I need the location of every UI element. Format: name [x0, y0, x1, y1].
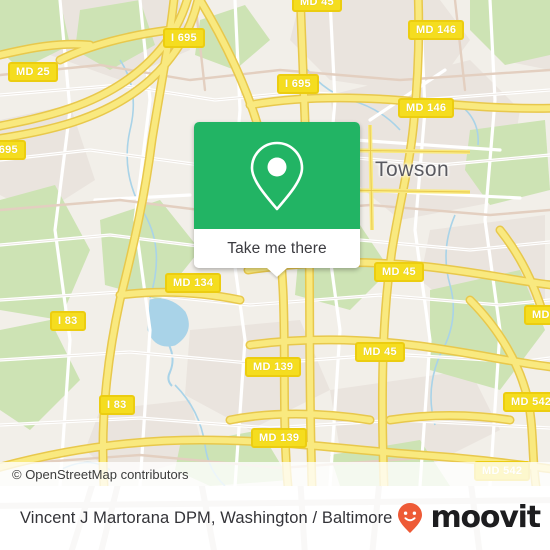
- road-shield[interactable]: MD 146: [408, 20, 465, 40]
- take-me-there-label: Take me there: [227, 239, 327, 257]
- road-shield[interactable]: MD 139: [245, 357, 302, 377]
- road-shield[interactable]: I 83: [99, 395, 135, 415]
- footer-content: Vincent J Martorana DPM, Washington / Ba…: [0, 486, 550, 550]
- road-shield[interactable]: MD 45: [355, 342, 405, 362]
- footer-bar: Vincent J Martorana DPM, Washington / Ba…: [0, 486, 550, 550]
- screenshot-root: Towson MD 45 I 695 MD 146 MD 25 I 695 MD…: [0, 0, 550, 550]
- road-shield[interactable]: I 695: [277, 74, 319, 94]
- road-shield[interactable]: MD: [524, 305, 550, 325]
- road-shield[interactable]: I 695: [163, 28, 205, 48]
- road-shield[interactable]: MD 45: [374, 262, 424, 282]
- road-shield[interactable]: MD 134: [165, 273, 222, 293]
- road-shield[interactable]: I 83: [50, 311, 86, 331]
- road-shield[interactable]: MD 45: [292, 0, 342, 12]
- road-shield[interactable]: MD 25: [8, 62, 58, 82]
- moovit-wordmark: moovit: [430, 500, 541, 535]
- road-shield[interactable]: MD 542: [503, 392, 550, 412]
- place-label-towson: Towson: [375, 158, 450, 181]
- callout-icon-area: [194, 122, 360, 229]
- moovit-pin-smile-icon: [398, 503, 423, 533]
- map-canvas[interactable]: Towson MD 45 I 695 MD 146 MD 25 I 695 MD…: [0, 0, 550, 486]
- take-me-there-button[interactable]: Take me there: [194, 229, 360, 268]
- location-pin-icon: [250, 141, 304, 210]
- road-shield[interactable]: I 695: [0, 140, 26, 160]
- callout-pointer-tail: [267, 268, 287, 277]
- location-callout-card[interactable]: Take me there: [194, 122, 360, 277]
- attribution-text[interactable]: © OpenStreetMap contributors: [0, 467, 189, 482]
- map-attribution-bar: © OpenStreetMap contributors: [0, 462, 550, 486]
- road-shield[interactable]: MD 139: [251, 428, 308, 448]
- moovit-brand[interactable]: moovit: [392, 500, 541, 536]
- footer-title: Vincent J Martorana DPM, Washington / Ba…: [20, 508, 393, 527]
- road-shield[interactable]: MD 146: [398, 98, 455, 118]
